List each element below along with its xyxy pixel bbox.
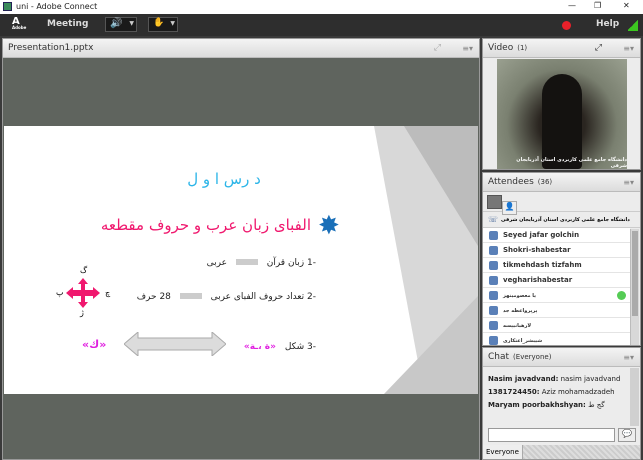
meeting-menu[interactable]: Meeting (47, 19, 88, 29)
double-arrow-icon (124, 332, 226, 356)
user-icon (489, 336, 498, 345)
chat-input[interactable] (488, 428, 615, 442)
app-icon (3, 2, 12, 11)
slide: د رس ا و ل ✸ الفبای زبان عرب و حروف مقطع… (4, 126, 478, 394)
window-title: uni - Adobe Connect (16, 2, 98, 11)
list-view-button[interactable] (487, 195, 502, 209)
adobe-logo: A Adobe (12, 16, 27, 30)
attendee-item[interactable]: پرپرواعظه جد (483, 303, 630, 318)
maximize-button[interactable]: ❐ (594, 1, 601, 10)
item1-value: عربی (206, 258, 227, 268)
pod-menu-icon[interactable]: ≡▾ (623, 348, 634, 367)
video-header: Video (1) ⤢ ≡▾ (483, 39, 640, 58)
minimize-button[interactable]: — (568, 1, 576, 10)
fullscreen-icon[interactable]: ⤢ (595, 39, 602, 58)
slide-area: د رس ا و ل ✸ الفبای زبان عرب و حروف مقطع… (3, 58, 479, 459)
four-way-arrow-icon (66, 278, 100, 308)
arrow-label-bottom: ژ (80, 308, 84, 317)
main-toolbar: A Adobe Meeting 🔊 ▼ ✋ ▼ Help (0, 14, 643, 36)
attendee-item[interactable]: لارهبانیپسه (483, 318, 630, 333)
attendee-scrollbar[interactable] (630, 229, 639, 345)
attendee-item[interactable]: Seyed jafar golchin (483, 228, 630, 243)
chat-tab-everyone[interactable]: Everyone (483, 445, 523, 459)
phone-icon: ☏ (488, 215, 499, 224)
item3-label: -3 شکل (284, 342, 316, 352)
item2-value: 28 حرف (136, 292, 171, 302)
attendees-pod: Attendees (36) ≡▾ 👤 ☏ دانشگاه جامع علمی ک… (482, 172, 641, 346)
arrow-label-right: چ (105, 288, 111, 297)
pod-menu-icon[interactable]: ≡▾ (462, 39, 473, 58)
help-menu[interactable]: Help (596, 19, 619, 29)
user-icon (489, 276, 498, 285)
video-feed: دانشگاه جامع علمی کاربردی استان آذربایجا… (497, 59, 627, 169)
presentation-header: Presentation1.pptx ⤢ ≡▾ (3, 39, 479, 58)
user-icon (489, 321, 498, 330)
user-icon (489, 231, 498, 240)
user-icon (489, 306, 498, 315)
chat-message: Maryam poorbakhshyan: گج ط (488, 401, 605, 409)
video-pod: Video (1) ⤢ ≡▾ دانشگاه جامع علمی کاربردی … (482, 38, 641, 170)
attendee-item[interactable]: tikmehdash tizfahm (483, 258, 630, 273)
record-icon[interactable] (562, 21, 571, 30)
chat-pod: Chat (Everyone) ≡▾ Nasim javadvand: nasim… (482, 347, 641, 460)
user-icon (489, 291, 498, 300)
attendee-item[interactable]: یا معصومینهز (483, 288, 630, 303)
agree-status-icon (617, 291, 626, 300)
video-caption: دانشگاه جامع علمی کاربردی استان آذربایجا… (516, 157, 627, 169)
slide-title: الفبای زبان عرب و حروف مقطعه (100, 216, 311, 234)
attendee-item[interactable]: vegharishabestar (483, 273, 630, 288)
item3-result: «ك» (82, 338, 107, 351)
attendees-header: Attendees (36) ≡▾ (483, 173, 640, 192)
close-button[interactable]: ✕ (623, 1, 630, 10)
item1-label: -1 زبان قرآن (266, 258, 316, 268)
chat-scrollbar[interactable] (630, 368, 639, 426)
attendee-list: Seyed jafar golchin Shokri-shabestar tik… (483, 228, 630, 345)
attendee-item[interactable]: Shokri-shabestar (483, 243, 630, 258)
star-icon: ✸ (318, 211, 340, 241)
chat-message: Nasim javadvand: nasim javadvand (488, 375, 621, 383)
connection-signal-icon (628, 19, 638, 31)
user-icon (489, 261, 498, 270)
pod-menu-icon[interactable]: ≡▾ (623, 173, 634, 192)
presentation-pod: Presentation1.pptx ⤢ ≡▾ د رس ا و ل ✸ الف… (2, 38, 480, 460)
arrow-label-top: گ (80, 266, 88, 275)
speaker-button[interactable]: 🔊 ▼ (105, 17, 137, 32)
pod-menu-icon[interactable]: ≡▾ (623, 39, 634, 58)
chat-messages: Nasim javadvand: nasim javadvand 1381724… (483, 367, 630, 425)
chat-message: 1381724450: Aziz mohamadzadeh (488, 388, 615, 396)
presentation-title: Presentation1.pptx (8, 43, 94, 53)
send-message-button[interactable]: 💬 (618, 428, 636, 442)
chevron-down-icon: ▼ (129, 20, 134, 27)
slide-heading: د رس ا و ل (187, 170, 261, 188)
item3-value: «ة ،ـة» (243, 342, 276, 352)
item2-label: -2 تعداد حروف الفبای عربی (210, 292, 316, 302)
raise-hand-button[interactable]: ✋ ▼ (148, 17, 178, 32)
room-row: ☏ دانشگاه جامع علمی کاربردی استان آذربای… (483, 212, 640, 228)
chat-header: Chat (Everyone) ≡▾ (483, 348, 640, 367)
user-icon (489, 246, 498, 255)
title-bar: uni - Adobe Connect — ❐ ✕ (0, 0, 643, 14)
attendee-item[interactable]: شیبشر_اعتکاری (483, 333, 630, 345)
chevron-down-icon: ▼ (170, 20, 175, 27)
arrow-label-left: پ (56, 288, 64, 297)
fullscreen-icon[interactable]: ⤢ (434, 39, 441, 58)
